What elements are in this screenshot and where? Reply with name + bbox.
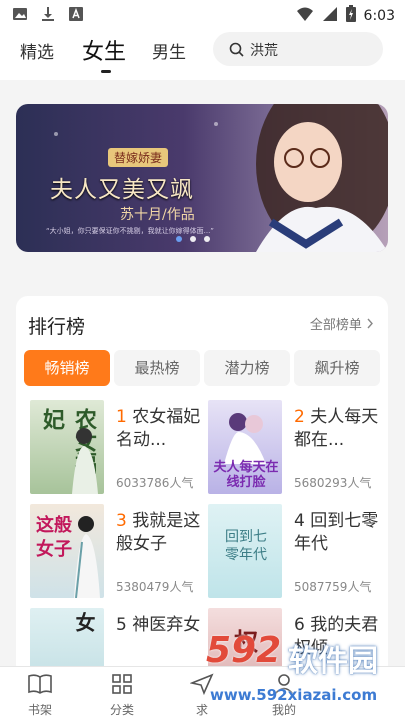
image-icon: [12, 6, 28, 26]
search-box[interactable]: 洪荒: [213, 32, 383, 66]
book-popularity: 5087759人气: [294, 580, 372, 594]
search-icon: [229, 42, 244, 61]
book-title: 4 回到七零年代: [294, 511, 379, 554]
tab-rising[interactable]: 飙升榜: [294, 350, 380, 386]
book-cover: 夫人每天在线打脸: [208, 400, 282, 494]
grid-icon: [111, 674, 133, 699]
book-item[interactable]: 这般女子 3 我就是这般女子 5380479人气: [30, 504, 204, 604]
banner-dot[interactable]: [176, 236, 182, 242]
banner-author: 苏十月/作品: [120, 207, 195, 223]
book-cover: 这般女子: [30, 504, 104, 598]
book-title: 3 我就是这般女子: [116, 511, 201, 554]
all-rankings-link[interactable]: 全部榜单: [310, 314, 374, 333]
battery-icon: [345, 5, 356, 26]
ranking-tabs: 畅销榜 最热榜 潜力榜 飙升榜: [24, 350, 380, 386]
tab-hottest[interactable]: 最热榜: [114, 350, 200, 386]
tab-featured[interactable]: 精选: [20, 38, 54, 63]
ranking-section: 排行榜 全部榜单 畅销榜 最热榜 潜力榜 飙升榜 农女福妃 1 农女福妃名动..…: [16, 296, 388, 676]
all-rankings-label: 全部榜单: [309, 318, 362, 333]
book-popularity: 6033786人气: [116, 476, 194, 490]
book-title: 1 农女福妃名动...: [116, 407, 201, 450]
active-tab-indicator: [101, 70, 111, 73]
book-item[interactable]: 农女福妃 1 农女福妃名动... 6033786人气: [30, 400, 204, 500]
tab-bestselling[interactable]: 畅销榜: [24, 350, 110, 386]
font-icon: [68, 6, 84, 26]
book-popularity: 5680293人气: [294, 476, 372, 490]
signal-icon: [322, 6, 338, 26]
nav-category-label: 分类: [109, 703, 134, 717]
watermark-logo-number: 592: [206, 630, 282, 671]
book-cover: 回到七零年代: [208, 504, 282, 598]
watermark-url: www.592xiazai.com: [210, 686, 378, 704]
book-title: 5 神医弃女: [116, 615, 201, 635]
banner-pagination: [176, 236, 210, 242]
download-icon: [40, 6, 56, 26]
book-cover: 神医弃女: [30, 608, 104, 674]
nav-bookshelf-label: 书架: [27, 703, 52, 717]
banner-dot[interactable]: [190, 236, 196, 242]
tab-potential[interactable]: 潜力榜: [204, 350, 290, 386]
promo-banner[interactable]: 替嫁娇妻 夫人又美又飒 苏十月/作品 “大小姐，你只要保证你不挑剔，我就让你嫁得…: [16, 104, 388, 252]
banner-badge: 替嫁娇妻: [108, 148, 169, 167]
status-time: 6:03: [363, 7, 395, 24]
book-icon: [27, 674, 53, 699]
nav-category[interactable]: 分类: [92, 673, 152, 718]
tab-male[interactable]: 男生: [152, 38, 186, 63]
search-hint: 洪荒: [250, 43, 278, 59]
chevron-right-icon: [366, 318, 374, 333]
tab-female[interactable]: 女生: [82, 34, 126, 66]
nav-bookshelf[interactable]: 书架: [10, 673, 70, 718]
ranking-title: 排行榜: [28, 316, 86, 338]
banner-title: 夫人又美又飒: [50, 177, 194, 203]
status-bar: 6:03: [0, 0, 405, 28]
site-watermark: 592 软件园 www.592xiazai.com: [196, 626, 405, 720]
wifi-icon: [296, 6, 314, 26]
banner-dot[interactable]: [204, 236, 210, 242]
book-title: 2 夫人每天都在...: [294, 407, 379, 450]
top-nav: 精选 女生 男生 洪荒: [0, 28, 405, 80]
book-item[interactable]: 回到七零年代 4 回到七零年代 5087759人气: [208, 504, 382, 604]
book-item[interactable]: 夫人每天在线打脸 2 夫人每天都在... 5680293人气: [208, 400, 382, 500]
book-popularity: 5380479人气: [116, 580, 194, 594]
banner-quote: “大小姐，你只要保证你不挑剔，我就让你嫁得体面...”: [46, 227, 214, 235]
book-cover: 农女福妃: [30, 400, 104, 494]
watermark-logo-text: 软件园: [288, 644, 378, 679]
